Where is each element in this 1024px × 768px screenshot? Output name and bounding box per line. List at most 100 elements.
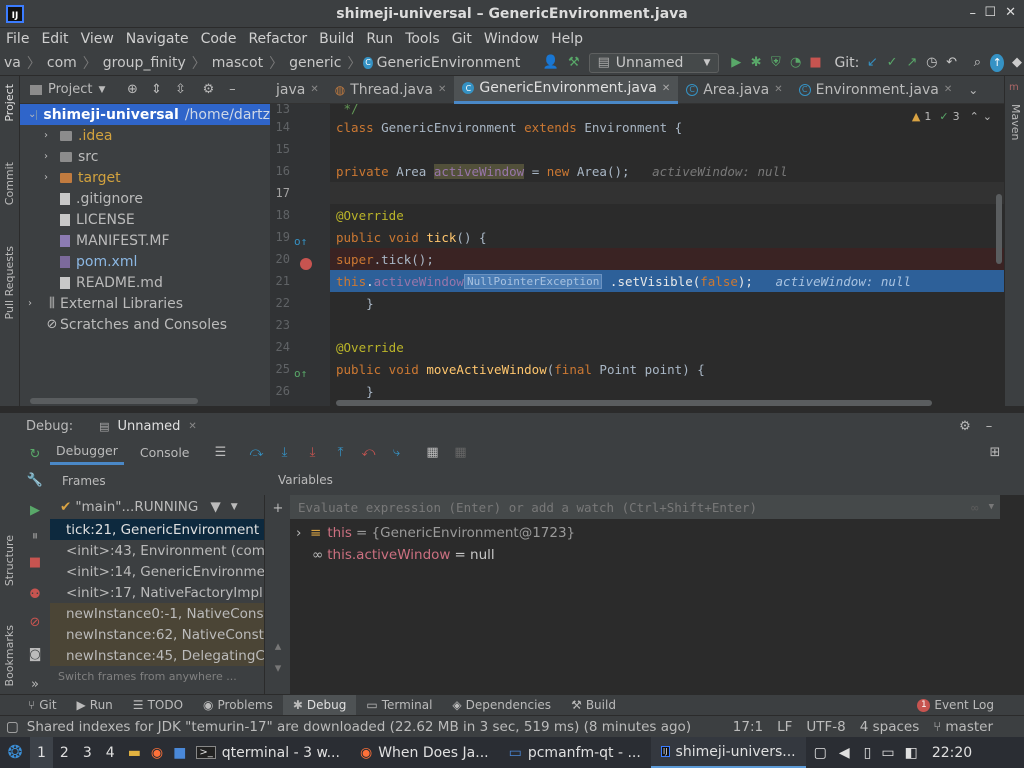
- menu-refactor[interactable]: Refactor: [242, 31, 313, 47]
- frame-item[interactable]: newInstance:45, DelegatingCo: [50, 645, 264, 666]
- tree-item-libraries[interactable]: › ⫼ External Libraries: [20, 293, 270, 314]
- workspace-1[interactable]: 1: [30, 737, 53, 768]
- tool-build[interactable]: ⚒ Build: [561, 695, 626, 716]
- tree-item-file[interactable]: LICENSE: [20, 209, 270, 230]
- wrench-icon[interactable]: 🔧: [26, 471, 44, 489]
- tree-item-folder[interactable]: › .idea: [20, 125, 270, 146]
- desktop-icon[interactable]: ■: [173, 745, 186, 761]
- close-icon[interactable]: ✕: [662, 83, 670, 94]
- search-icon[interactable]: ⌕: [970, 54, 984, 72]
- tool-git[interactable]: ⑂ Git: [18, 695, 67, 716]
- tool-dependencies[interactable]: ◈ Dependencies: [442, 695, 561, 716]
- task-intellij[interactable]: IJ shimeji-univers...: [650, 737, 806, 768]
- file-encoding[interactable]: UTF-8: [806, 719, 845, 735]
- editor-tab[interactable]: C Area.java ✕: [678, 76, 790, 104]
- tool-run[interactable]: ▶ Run: [67, 695, 123, 716]
- code-area[interactable]: */ class GenericEnvironment extends Envi…: [330, 104, 1004, 406]
- show-execution-point-icon[interactable]: ⤼: [248, 443, 266, 461]
- update-tray-icon[interactable]: ◧: [905, 745, 918, 761]
- status-window-icon[interactable]: ▢: [6, 719, 19, 735]
- menu-build[interactable]: Build: [313, 31, 360, 47]
- frame-item[interactable]: <init>:17, NativeFactoryImpl (: [50, 582, 264, 603]
- tree-item-file[interactable]: pom.xml: [20, 251, 270, 272]
- stop-icon[interactable]: ■: [26, 553, 44, 571]
- workspace-4[interactable]: 4: [99, 745, 122, 761]
- breadcrumb-item[interactable]: com: [43, 55, 81, 71]
- close-icon[interactable]: ✕: [188, 421, 196, 432]
- menu-code[interactable]: Code: [195, 31, 243, 47]
- add-watch-icon[interactable]: +: [269, 499, 287, 517]
- breakpoint-icon[interactable]: [300, 258, 312, 270]
- network-icon[interactable]: ▭: [881, 745, 894, 761]
- chevron-down-icon[interactable]: ⌄: [983, 110, 992, 123]
- chevron-right-icon[interactable]: ›: [296, 525, 310, 541]
- file-manager-launcher-icon[interactable]: ▬: [128, 745, 141, 761]
- chevron-down-icon[interactable]: ▼: [989, 502, 994, 512]
- run-configuration-select[interactable]: ▤ Unnamed ▼: [588, 52, 720, 73]
- pause-icon[interactable]: ⏸: [26, 527, 44, 545]
- close-icon[interactable]: ✕: [774, 84, 782, 95]
- structure-tool-button[interactable]: Structure: [3, 535, 16, 586]
- close-icon[interactable]: ✕: [1005, 5, 1016, 20]
- tree-item-file[interactable]: MANIFEST.MF: [20, 230, 270, 251]
- resume-icon[interactable]: ▶: [26, 501, 44, 519]
- chevron-up-icon[interactable]: ▴: [269, 637, 287, 655]
- trace-icon[interactable]: ▦: [452, 443, 470, 461]
- menu-git[interactable]: Git: [446, 31, 478, 47]
- tab-debugger[interactable]: Debugger: [50, 439, 124, 465]
- evaluate-icon[interactable]: ▦: [424, 443, 442, 461]
- frame-item[interactable]: newInstance0:-1, NativeConstr: [50, 603, 264, 624]
- breadcrumb-item[interactable]: GenericEnvironment: [373, 55, 525, 71]
- frame-item-selected[interactable]: tick:21, GenericEnvironment (c: [50, 519, 264, 540]
- firefox-launcher-icon[interactable]: ◉: [151, 745, 163, 761]
- menu-file[interactable]: File: [0, 31, 35, 47]
- tree-item-folder[interactable]: › src: [20, 146, 270, 167]
- task-terminal[interactable]: >_ qterminal - 3 w...: [186, 737, 350, 768]
- tree-item-folder[interactable]: › target: [20, 167, 270, 188]
- editor-tab[interactable]: java ✕: [270, 76, 327, 104]
- commit-tool-button[interactable]: Commit: [3, 162, 16, 205]
- breadcrumb-item[interactable]: group_finity: [99, 55, 190, 71]
- variable-row[interactable]: ∞ this.activeWindow = null: [290, 544, 1024, 566]
- thread-selector[interactable]: ✔ "main"...RUNNING ▼ ▼: [50, 495, 264, 519]
- chevron-down-icon[interactable]: ▾: [269, 659, 287, 677]
- menu-help[interactable]: Help: [545, 31, 589, 47]
- menu-edit[interactable]: Edit: [35, 31, 74, 47]
- coverage-icon[interactable]: ⛨: [769, 54, 783, 72]
- hide-icon[interactable]: –: [980, 417, 998, 435]
- maven-tool-button[interactable]: Maven: [1009, 104, 1022, 140]
- task-firefox[interactable]: ◉ When Does Ja...: [350, 737, 499, 768]
- gear-icon[interactable]: ⚙: [956, 417, 974, 435]
- status-message[interactable]: Shared indexes for JDK "temurin-17" are …: [27, 719, 727, 735]
- indent-setting[interactable]: 4 spaces: [860, 719, 920, 735]
- build-hammer-icon[interactable]: ⚒: [567, 54, 581, 72]
- git-branch[interactable]: master: [945, 719, 993, 735]
- tool-debug[interactable]: ✱ Debug: [282, 694, 357, 716]
- tree-item-root[interactable]: ⌄ shimeji-universal/home/dartz: [20, 104, 270, 125]
- tool-terminal[interactable]: ▭ Terminal: [356, 695, 442, 716]
- jetbrains-logo-icon[interactable]: ◆: [1010, 54, 1024, 72]
- workspace-3[interactable]: 3: [76, 745, 99, 761]
- frame-item[interactable]: newInstance:62, NativeConstru: [50, 624, 264, 645]
- volume-icon[interactable]: ◀: [839, 745, 850, 761]
- gear-icon[interactable]: ⚙: [199, 81, 217, 99]
- menu-window[interactable]: Window: [478, 31, 545, 47]
- step-out-icon[interactable]: ⤒: [332, 443, 350, 461]
- history-icon[interactable]: ◷: [925, 54, 939, 72]
- tree-item-file[interactable]: README.md: [20, 272, 270, 293]
- close-icon[interactable]: ✕: [944, 84, 952, 95]
- menu-view[interactable]: View: [75, 31, 120, 47]
- camera-icon[interactable]: ◙: [26, 645, 44, 663]
- run-icon[interactable]: ▶: [729, 54, 743, 72]
- locate-icon[interactable]: ⊕: [123, 81, 141, 99]
- bookmarks-tool-button[interactable]: Bookmarks: [3, 625, 16, 686]
- evaluate-expression-input[interactable]: Evaluate expression (Enter) or add a wat…: [290, 495, 1000, 519]
- git-commit-icon[interactable]: ✓: [885, 54, 899, 72]
- breadcrumb-item[interactable]: mascot: [208, 55, 267, 71]
- tool-problems[interactable]: ◉ Problems: [193, 695, 283, 716]
- clock[interactable]: 22:20: [932, 745, 972, 761]
- menu-tools[interactable]: Tools: [399, 31, 446, 47]
- more-icon[interactable]: »: [26, 675, 44, 693]
- line-separator[interactable]: LF: [777, 719, 792, 735]
- project-header-label[interactable]: Project: [48, 82, 92, 97]
